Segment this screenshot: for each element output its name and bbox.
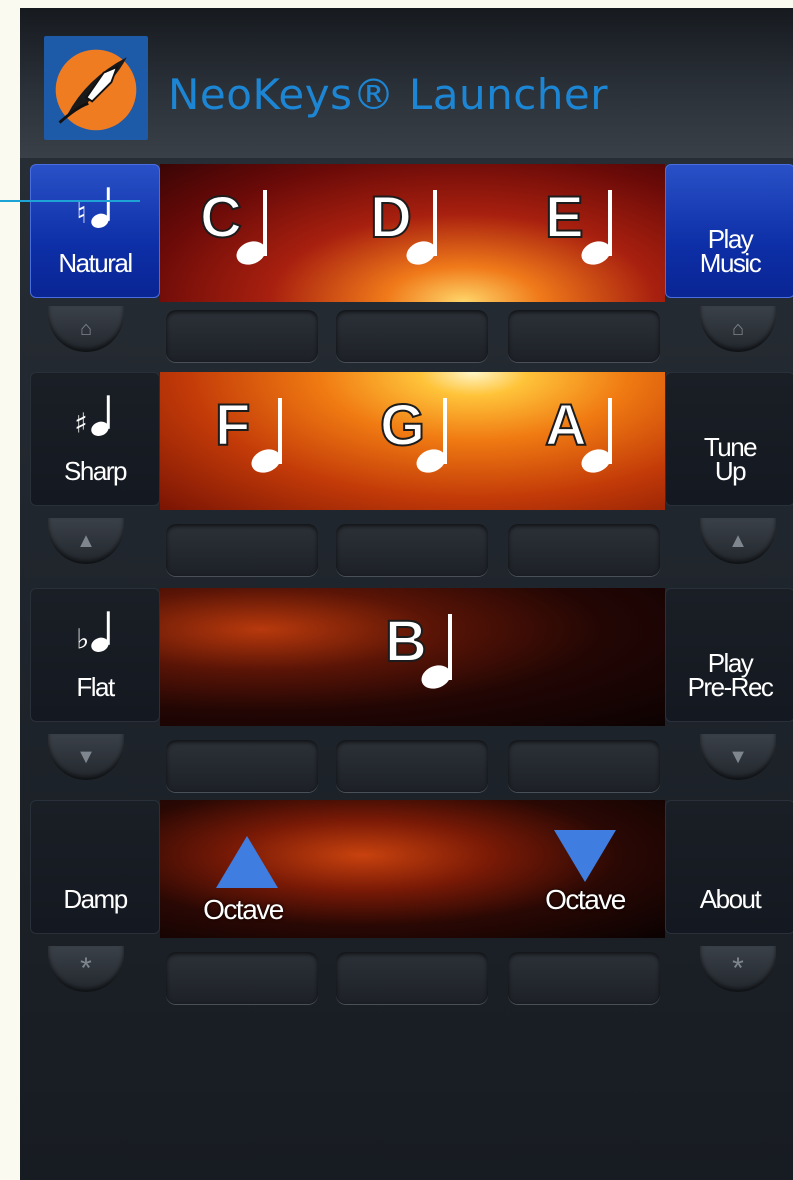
- asterisk-icon[interactable]: *: [700, 946, 776, 992]
- play-pre-rec-label: Play Pre-Rec: [687, 648, 774, 702]
- notes-panel-2: F G A: [160, 372, 665, 510]
- app-screen: NeoKeys® Launcher ♮ Natural C D E Play M…: [20, 8, 793, 1180]
- asterisk-icon[interactable]: *: [48, 946, 124, 992]
- home-icon[interactable]: ⌂: [700, 306, 776, 352]
- flat-button[interactable]: ♭ Flat: [30, 588, 160, 722]
- row-flat: ♭ Flat B Play Pre-Rec ▼ ▼: [20, 588, 793, 798]
- sharp-note-icon: ♯: [74, 395, 110, 440]
- up-triangle-icon[interactable]: ▲: [700, 518, 776, 564]
- sharp-button[interactable]: ♯ Sharp: [30, 372, 160, 506]
- natural-button[interactable]: ♮ Natural: [30, 164, 160, 298]
- damp-label: Damp: [63, 884, 128, 914]
- note-key-c[interactable]: C: [199, 184, 320, 294]
- octave-down-icon[interactable]: [552, 828, 618, 884]
- octave-up-label[interactable]: Octave: [188, 894, 298, 926]
- note-key-e[interactable]: E: [544, 184, 665, 294]
- svg-text:♯: ♯: [74, 408, 86, 440]
- note-slot-11[interactable]: [336, 952, 488, 1004]
- note-key-a[interactable]: A: [544, 392, 665, 502]
- play-music-button[interactable]: Play Music: [665, 164, 793, 298]
- note-slot-4[interactable]: [166, 524, 318, 576]
- note-slot-10[interactable]: [166, 952, 318, 1004]
- about-label: About: [699, 884, 762, 914]
- tune-up-label: Tune Up: [703, 432, 758, 486]
- row-sharp: ♯ Sharp F G A Tune Up ▲ ▲: [20, 372, 793, 582]
- flat-note-icon: ♭: [76, 611, 110, 656]
- row-damp: Damp Octave Octave About * *: [20, 800, 793, 1020]
- note-key-b[interactable]: B: [384, 608, 505, 718]
- note-slot-9[interactable]: [508, 740, 660, 792]
- play-pre-rec-button[interactable]: Play Pre-Rec: [665, 588, 793, 722]
- rocket-logo-icon: [44, 36, 148, 140]
- note-slot-5[interactable]: [336, 524, 488, 576]
- flat-label: Flat: [76, 672, 115, 702]
- accent-line: [0, 200, 140, 202]
- notes-panel-1: C D E: [160, 164, 665, 302]
- play-music-label: Play Music: [699, 224, 762, 278]
- note-slot-2[interactable]: [336, 310, 488, 362]
- up-triangle-icon[interactable]: ▲: [48, 518, 124, 564]
- down-triangle-icon[interactable]: ▼: [48, 734, 124, 780]
- app-header: NeoKeys® Launcher: [20, 8, 793, 158]
- note-key-d[interactable]: D: [369, 184, 490, 294]
- note-key-g[interactable]: G: [379, 392, 500, 502]
- notes-panel-3: B: [160, 588, 665, 726]
- natural-label: Natural: [58, 248, 133, 278]
- damp-button[interactable]: Damp: [30, 800, 160, 934]
- natural-note-icon: ♮: [76, 187, 110, 230]
- note-slot-3[interactable]: [508, 310, 660, 362]
- note-slot-6[interactable]: [508, 524, 660, 576]
- app-title: NeoKeys® Launcher: [168, 70, 609, 119]
- note-slot-8[interactable]: [336, 740, 488, 792]
- down-triangle-icon[interactable]: ▼: [700, 734, 776, 780]
- note-key-f[interactable]: F: [214, 392, 335, 502]
- octave-up-icon[interactable]: [214, 834, 280, 890]
- octave-down-label[interactable]: Octave: [530, 884, 640, 916]
- octave-panel: Octave Octave: [160, 800, 665, 938]
- tune-up-button[interactable]: Tune Up: [665, 372, 793, 506]
- row-natural: ♮ Natural C D E Play Music ⌂ ⌂: [20, 164, 793, 364]
- home-icon[interactable]: ⌂: [48, 306, 124, 352]
- note-slot-12[interactable]: [508, 952, 660, 1004]
- note-slot-1[interactable]: [166, 310, 318, 362]
- svg-text:♭: ♭: [76, 624, 88, 656]
- about-button[interactable]: About: [665, 800, 793, 934]
- note-slot-7[interactable]: [166, 740, 318, 792]
- sharp-label: Sharp: [64, 456, 127, 486]
